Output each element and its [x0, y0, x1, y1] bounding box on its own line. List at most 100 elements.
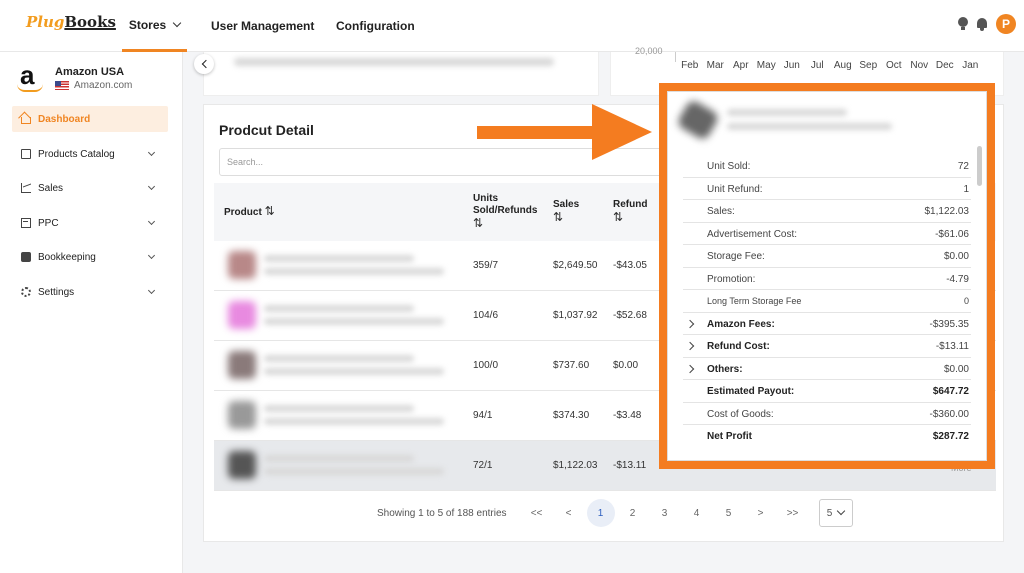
month-label: Apr — [732, 60, 749, 71]
col-units[interactable]: Units Sold/Refunds ⇅ — [473, 193, 537, 231]
sidebar-item-label: Dashboard — [38, 113, 91, 125]
cell-units: 94/1 — [473, 410, 493, 421]
metric-label: Amazon Fees: — [707, 318, 775, 330]
metric-estimated-payout: Estimated Payout: $647.72 — [683, 380, 971, 403]
metric-label: Unit Sold: — [707, 161, 751, 172]
nav-configuration[interactable]: Configuration — [336, 0, 415, 52]
chevron-right-icon[interactable] — [685, 319, 695, 328]
product-sku — [264, 468, 444, 475]
chevron-right-icon[interactable] — [685, 341, 695, 351]
product-sku — [264, 368, 444, 375]
nav-stores[interactable]: Stores — [122, 0, 187, 52]
product-name — [264, 355, 414, 362]
cell-units: 359/7 — [473, 260, 499, 271]
metric-value: $0.00 — [943, 251, 969, 262]
metric-unit-refund: Unit Refund: 1 — [683, 178, 971, 200]
col-refund[interactable]: Refund ⇅ — [613, 199, 647, 225]
metric-value: -4.79 — [946, 273, 969, 285]
metric-value: -$360.00 — [929, 408, 969, 420]
sidebar-item-label: Settings — [38, 286, 75, 298]
store-name: Amazon USA — [55, 65, 125, 78]
next-page-button[interactable]: > — [747, 499, 775, 527]
store-selector[interactable]: a Amazon USA Amazon.com — [14, 60, 132, 94]
page-size-select[interactable]: 5 — [818, 499, 853, 527]
col-sales[interactable]: Sales ⇅ — [553, 199, 579, 225]
chevron-left-icon — [201, 59, 210, 69]
sort-icon[interactable]: ⇅ — [613, 211, 623, 223]
lightbulb-icon[interactable] — [958, 17, 968, 31]
metric-label: Advertisement Cost: — [707, 228, 798, 240]
month-label: Mar — [706, 60, 724, 71]
popup-scrollbar[interactable] — [977, 146, 982, 186]
bell-icon[interactable] — [976, 17, 988, 31]
nav-user-management-label: User Management — [211, 19, 315, 33]
sidebar-item-dashboard[interactable]: Dashboard — [12, 106, 168, 132]
metric-unit-sold: Unit Sold: 72 — [683, 155, 971, 178]
chevron-right-icon[interactable] — [685, 364, 695, 373]
sort-icon[interactable]: ⇅ — [473, 217, 483, 229]
chevron-down-icon — [147, 182, 156, 191]
collapse-sidebar-button[interactable] — [194, 54, 214, 74]
metric-others[interactable]: Others: $0.00 — [683, 358, 971, 380]
nav-stores-label: Stores — [128, 17, 167, 32]
sidebar-item-settings[interactable]: Settings — [12, 279, 168, 305]
month-label: May — [756, 60, 776, 71]
sort-icon[interactable]: ⇅ — [265, 205, 275, 217]
metric-label: Net Profit — [707, 431, 752, 442]
last-page-button[interactable]: >> — [779, 499, 807, 527]
metric-value: 72 — [957, 161, 969, 172]
metric-value: 1 — [963, 183, 969, 195]
sidebar-item-ppc[interactable]: PPC — [12, 210, 168, 236]
sidebar-item-bookkeeping[interactable]: Bookkeeping — [12, 244, 168, 270]
metric-value: $647.72 — [932, 386, 969, 397]
page-button-1[interactable]: 1 — [586, 499, 615, 527]
gear-icon — [21, 287, 31, 297]
metric-promotion: Promotion: -4.79 — [683, 268, 971, 290]
sidebar-item-sales[interactable]: Sales — [12, 175, 168, 201]
page-button-4[interactable]: 4 — [683, 499, 711, 527]
product-name — [264, 455, 414, 462]
summary-card — [203, 52, 599, 96]
metric-label: Estimated Payout: — [707, 386, 795, 397]
avatar[interactable]: P — [996, 14, 1016, 34]
metric-value: -$61.06 — [935, 228, 969, 240]
sort-icon[interactable]: ⇅ — [553, 211, 563, 223]
metric-value: -$13.11 — [935, 341, 969, 352]
cell-units: 100/0 — [473, 360, 499, 371]
col-product[interactable]: Product ⇅ — [224, 205, 275, 219]
first-page-button[interactable]: << — [523, 499, 551, 527]
metric-refund-cost[interactable]: Refund Cost: -$13.11 — [683, 335, 971, 358]
store-domain-row: Amazon.com — [55, 80, 132, 91]
product-thumbnail — [228, 351, 256, 379]
cell-sales: $374.30 — [553, 410, 590, 421]
chevron-down-icon — [147, 251, 156, 260]
cell-units: 104/6 — [473, 310, 499, 321]
pagination-info: Showing 1 to 5 of 188 entries — [377, 507, 507, 519]
month-label: Jul — [810, 60, 824, 71]
product-thumbnail — [228, 301, 256, 329]
month-label: Sep — [859, 60, 878, 71]
sidebar-item-products-catalog[interactable]: Products Catalog — [12, 141, 168, 167]
month-label: Dec — [935, 60, 954, 71]
plugbooks-logo[interactable]: PlugBooks — [26, 13, 116, 31]
product-sku — [264, 418, 444, 425]
product-name — [264, 255, 414, 262]
metric-label: Others: — [707, 363, 743, 375]
page-size-value: 5 — [826, 507, 833, 519]
metric-value: 0 — [963, 296, 969, 306]
page-button-3[interactable]: 3 — [651, 499, 679, 527]
annotation-arrow-shaft — [477, 126, 595, 139]
ppc-icon — [21, 218, 31, 228]
store-domain: Amazon.com — [74, 79, 133, 91]
col-units-label-1: Units — [473, 193, 498, 204]
nav-user-management[interactable]: User Management — [211, 0, 314, 52]
metric-amazon-fees[interactable]: Amazon Fees: -$395.35 — [683, 313, 971, 335]
page-button-5[interactable]: 5 — [715, 499, 743, 527]
page-button-2[interactable]: 2 — [619, 499, 647, 527]
cell-units: 72/1 — [473, 460, 493, 471]
metric-net-profit: Net Profit $287.72 — [683, 425, 971, 448]
prev-page-button[interactable]: < — [555, 499, 583, 527]
metric-storage-fee: Storage Fee: $0.00 — [683, 245, 971, 268]
sidebar-item-label: Sales — [38, 182, 64, 194]
metric-value: $0.00 — [943, 363, 969, 375]
